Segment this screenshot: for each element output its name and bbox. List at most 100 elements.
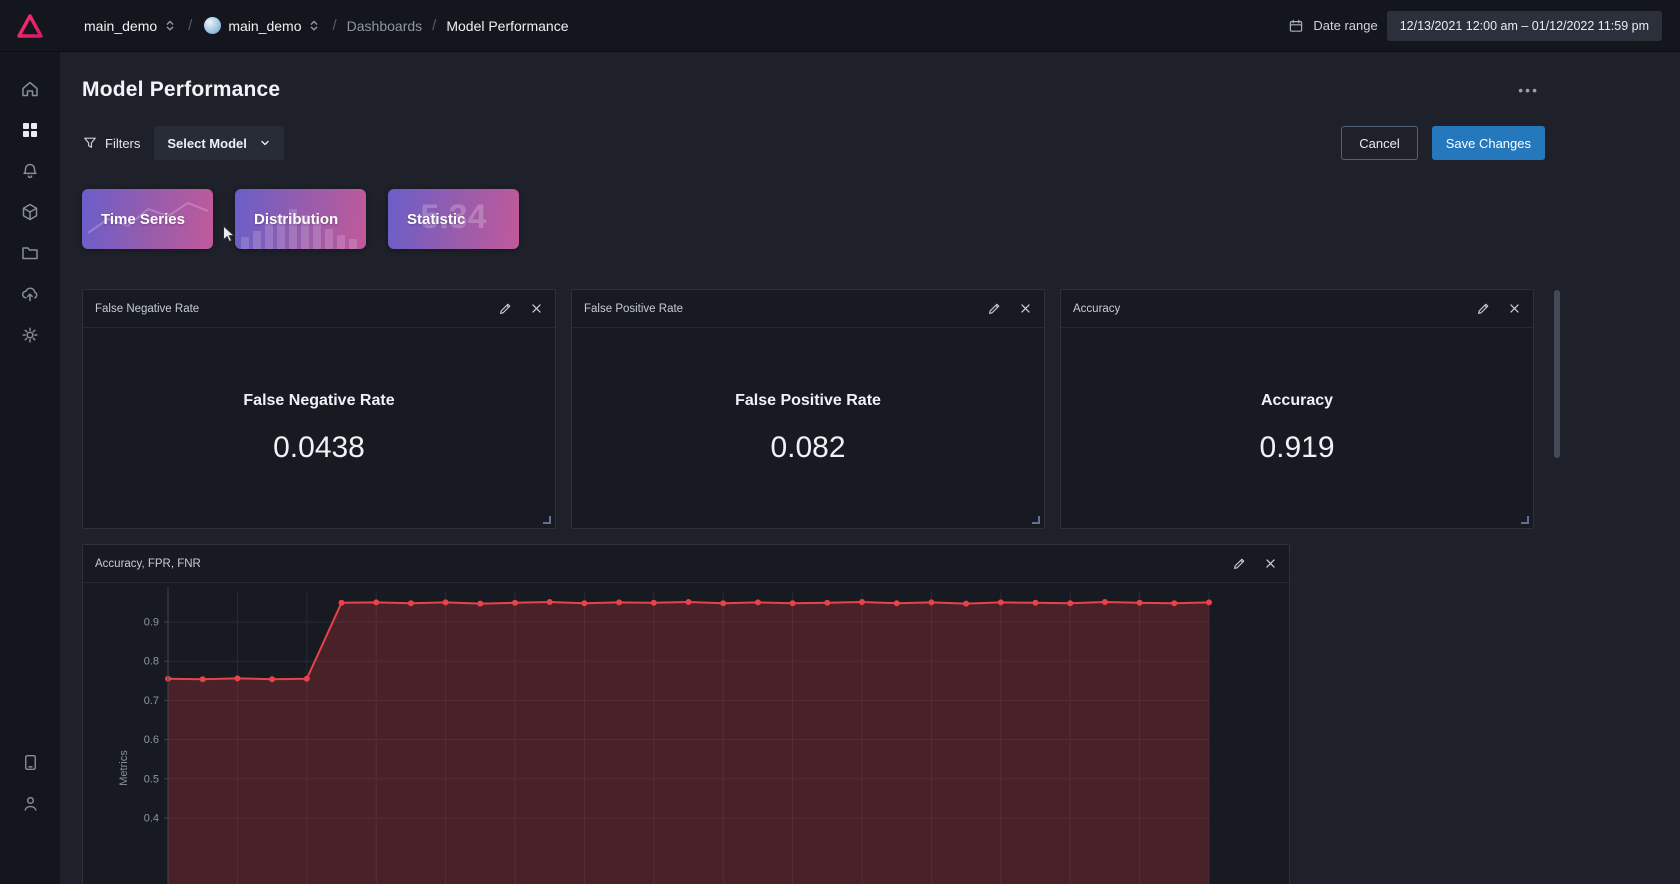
calendar-icon	[1290, 19, 1303, 32]
vertical-scrollbar-thumb[interactable]	[1554, 290, 1560, 458]
pencil-icon	[1234, 558, 1245, 569]
bell-icon	[23, 163, 37, 178]
date-range-group: Date range 12/13/2021 12:00 am – 01/12/2…	[1288, 10, 1662, 41]
svg-text:0.4: 0.4	[144, 813, 159, 825]
date-range-label: Date range	[1313, 18, 1378, 33]
sidebar	[0, 52, 60, 884]
card-actions	[1476, 301, 1521, 316]
add-distribution-widget-button[interactable]: Distribution	[235, 189, 366, 249]
edit-widget-button[interactable]	[1232, 556, 1247, 571]
edit-widget-button[interactable]	[498, 301, 513, 316]
chart-body: 0.9 0.8 0.7 0.6 0.5 0.4 Metrics	[83, 583, 1289, 884]
sidebar-item-models[interactable]	[0, 191, 60, 232]
space-name: main_demo	[228, 17, 302, 34]
filters-row: Filters Select Model Cancel Save Changes	[82, 126, 1545, 160]
card-header: Accuracy, FPR, FNR	[83, 545, 1289, 583]
date-range-button[interactable]: 12/13/2021 12:00 am – 01/12/2022 11:59 p…	[1386, 10, 1662, 41]
breadcrumb-current: Model Performance	[446, 17, 569, 34]
widget-gallery: Time Series Distribution 5.34 Statistic	[82, 189, 1680, 249]
page-title: Model Performance	[82, 78, 281, 101]
stat-value: 0.919	[1259, 430, 1335, 464]
breadcrumb-separator: /	[332, 17, 337, 34]
topbar: main_demo / main_demo / Dashboards / Mod…	[0, 0, 1680, 52]
model-select-dropdown[interactable]: Select Model	[154, 126, 284, 160]
space-avatar	[204, 17, 222, 34]
edit-widget-button[interactable]	[1476, 301, 1491, 316]
sidebar-item-alerts[interactable]	[0, 150, 60, 191]
card-header-title: False Negative Rate	[95, 302, 200, 315]
card-actions	[987, 301, 1032, 316]
pencil-icon	[500, 303, 511, 314]
cancel-button[interactable]: Cancel	[1341, 126, 1418, 160]
pencil-icon	[1478, 303, 1489, 314]
card-header-title: False Positive Rate	[584, 302, 684, 315]
stat-title: False Negative Rate	[243, 391, 395, 409]
card-header-title: Accuracy	[1073, 302, 1121, 315]
svg-text:0.5: 0.5	[144, 773, 159, 785]
sidebar-item-projects[interactable]	[0, 232, 60, 273]
tablet-docs-icon	[24, 754, 36, 771]
resize-handle[interactable]	[1521, 516, 1529, 524]
breadcrumb-separator: /	[432, 17, 437, 34]
stat-card-false-negative-rate: False Negative Rate False Negative Rate …	[82, 289, 556, 529]
stat-cards-row: False Negative Rate False Negative Rate …	[82, 289, 1680, 529]
close-icon	[532, 304, 541, 313]
breadcrumb: main_demo / main_demo / Dashboards / Mod…	[82, 13, 569, 38]
filter-funnel-icon	[84, 137, 96, 148]
chart-card-accuracy-fpr-fnr: Accuracy, FPR, FNR 0.9 0.8 0.7 0.6 0.5 0.4 Met…	[82, 544, 1290, 884]
sidebar-item-home[interactable]	[0, 68, 60, 109]
breadcrumb-separator: /	[188, 17, 193, 34]
arize-logo-icon	[17, 13, 43, 38]
main-content: Model Performance ••• Filters Select Mod…	[60, 52, 1680, 884]
edit-widget-button[interactable]	[987, 301, 1002, 316]
sidebar-item-deploy[interactable]	[0, 273, 60, 314]
stat-title: Accuracy	[1260, 391, 1334, 409]
svg-text:0.8: 0.8	[144, 656, 159, 668]
card-actions	[498, 301, 543, 316]
sidebar-item-settings[interactable]	[0, 314, 60, 355]
dashboards-grid-icon	[23, 122, 37, 137]
org-name: main_demo	[84, 17, 158, 34]
close-icon	[1266, 559, 1275, 568]
space-selector[interactable]: main_demo	[202, 13, 322, 38]
user-icon	[23, 796, 37, 811]
svg-text:0.6: 0.6	[144, 734, 159, 746]
card-header: False Positive Rate	[572, 290, 1044, 328]
stat-body: Accuracy 0.919	[1061, 328, 1533, 528]
add-statistic-widget-button[interactable]: 5.34 Statistic	[388, 189, 519, 249]
resize-handle[interactable]	[1032, 516, 1040, 524]
chevron-down-icon	[261, 140, 269, 146]
widget-label: Statistic	[407, 210, 466, 228]
org-selector[interactable]: main_demo	[82, 14, 178, 38]
remove-widget-button[interactable]	[1508, 302, 1521, 315]
sidebar-item-account[interactable]	[0, 783, 60, 824]
title-row: Model Performance •••	[82, 78, 1545, 102]
model-select-value: Select Model	[167, 135, 247, 151]
chevron-updown-icon	[166, 20, 174, 31]
svg-text:0.7: 0.7	[144, 695, 159, 707]
arize-logo[interactable]	[0, 0, 60, 52]
resize-handle[interactable]	[543, 516, 551, 524]
stat-body: False Positive Rate 0.082	[572, 328, 1044, 528]
breadcrumb-dashboards[interactable]: Dashboards	[347, 18, 423, 34]
stat-value: 0.082	[770, 430, 846, 464]
remove-widget-button[interactable]	[1019, 302, 1032, 315]
svg-text:0.9: 0.9	[144, 617, 159, 629]
sidebar-item-resources[interactable]	[0, 742, 60, 783]
filters-text: Filters	[105, 135, 141, 151]
cloud-upload-icon	[22, 286, 38, 301]
card-header: Accuracy	[1061, 290, 1533, 328]
widget-label: Distribution	[254, 210, 339, 228]
metrics-line-chart: 0.9 0.8 0.7 0.6 0.5 0.4 Metrics	[118, 587, 1212, 884]
stat-title: False Positive Rate	[735, 391, 881, 409]
save-changes-button[interactable]: Save Changes	[1431, 126, 1545, 160]
remove-widget-button[interactable]	[1264, 557, 1277, 570]
remove-widget-button[interactable]	[530, 302, 543, 315]
sidebar-item-dashboards[interactable]	[0, 109, 60, 150]
ellipsis-menu-button[interactable]: •••	[1512, 78, 1545, 102]
card-header-title: Accuracy, FPR, FNR	[95, 557, 201, 570]
close-icon	[1021, 304, 1030, 313]
add-time-series-widget-button[interactable]: Time Series	[82, 189, 213, 249]
widget-label: Time Series	[101, 210, 185, 228]
pencil-icon	[989, 303, 1000, 314]
